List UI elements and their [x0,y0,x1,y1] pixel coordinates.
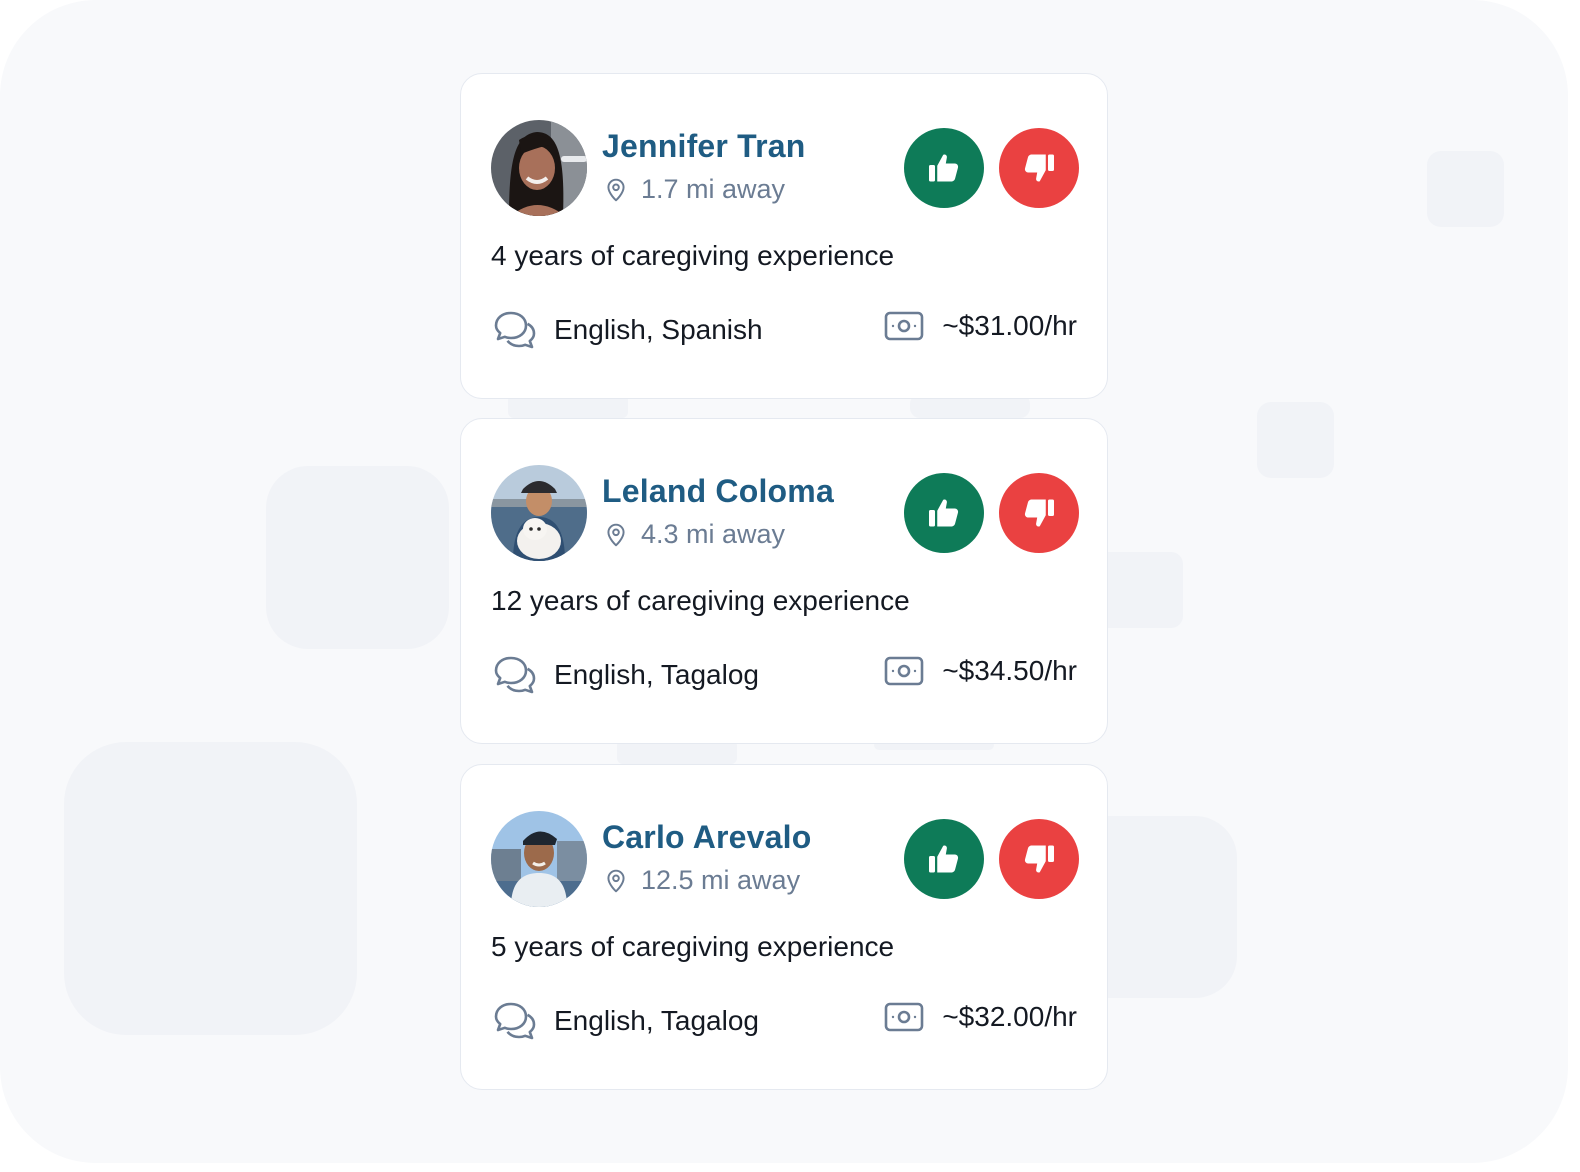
chat-bubbles-icon [494,311,536,349]
distance-text: 4.3 mi away [641,519,786,549]
thumbs-down-icon [1024,845,1054,873]
hourly-rate: ~$31.00/hr [884,310,1077,342]
thumbs-up-icon [929,154,959,182]
thumbs-down-icon [1024,154,1054,182]
background-tile [1257,402,1334,478]
location-pin-icon [607,178,625,201]
caregiver-card: Jennifer Tran 1.7 mi away 4 years of car… [460,73,1108,399]
rate-text: ~$31.00/hr [942,310,1077,341]
thumbs-up-icon [929,499,959,527]
languages: English, Tagalog [494,655,759,695]
like-button[interactable] [904,819,984,899]
background-tile [1427,151,1504,227]
caregiver-name[interactable]: Carlo Arevalo [602,819,812,856]
money-icon [885,1002,924,1032]
hourly-rate: ~$34.50/hr [884,655,1077,687]
languages-text: English, Tagalog [554,659,759,690]
avatar [491,465,587,561]
avatar [491,120,587,216]
dislike-button[interactable] [999,128,1079,208]
rate-text: ~$32.00/hr [942,1001,1077,1032]
hourly-rate: ~$32.00/hr [884,1001,1077,1033]
caregiver-name[interactable]: Jennifer Tran [602,128,806,165]
distance-text: 12.5 mi away [641,865,801,895]
money-icon [885,656,924,686]
location-pin-icon [607,869,625,892]
thumbs-down-icon [1024,499,1054,527]
chat-bubbles-icon [494,656,536,694]
background-tile [266,466,449,649]
languages: English, Spanish [494,310,763,350]
location-pin-icon [607,523,625,546]
caregiver-name[interactable]: Leland Coloma [602,473,834,510]
languages-text: English, Tagalog [554,1005,759,1036]
experience-text: 12 years of caregiving experience [491,585,910,616]
distance-text: 1.7 mi away [641,174,786,204]
like-button[interactable] [904,473,984,553]
dislike-button[interactable] [999,819,1079,899]
distance: 4.3 mi away [603,519,785,550]
experience-text: 4 years of caregiving experience [491,240,895,271]
distance: 1.7 mi away [603,174,785,205]
chat-bubbles-icon [494,1002,536,1040]
dislike-button[interactable] [999,473,1079,553]
thumbs-up-icon [929,845,959,873]
caregiver-card: Carlo Arevalo 12.5 mi away 5 years of ca… [460,764,1108,1090]
rate-text: ~$34.50/hr [942,655,1077,686]
languages-text: English, Spanish [554,314,763,345]
avatar [491,811,587,907]
app-frame: Jennifer Tran 1.7 mi away 4 years of car… [0,0,1568,1163]
money-icon [885,311,924,341]
languages: English, Tagalog [494,1001,759,1041]
caregiver-card: Leland Coloma 4.3 mi away 12 years of ca… [460,418,1108,744]
experience-text: 5 years of caregiving experience [491,931,895,962]
distance: 12.5 mi away [603,865,800,896]
like-button[interactable] [904,128,984,208]
background-tile [64,742,357,1035]
